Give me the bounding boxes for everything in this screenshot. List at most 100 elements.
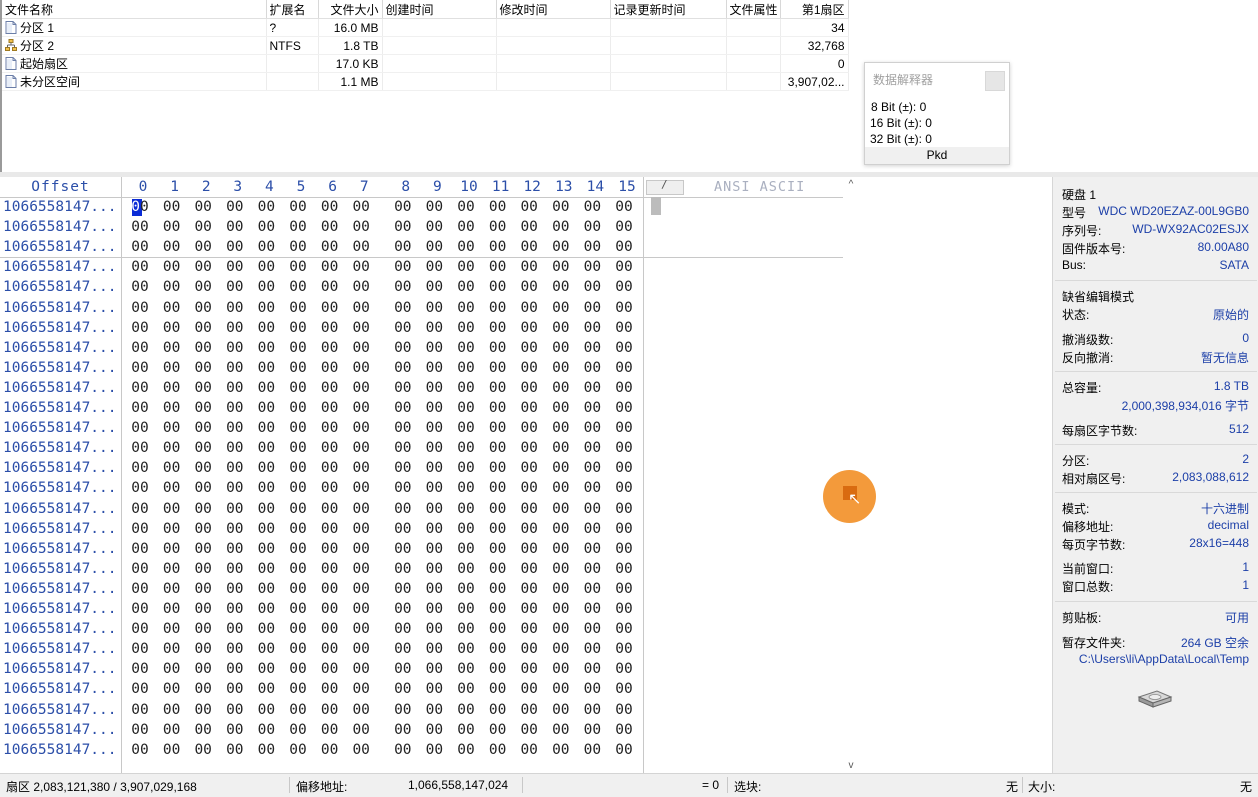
hex-row[interactable]: 1066558147... 00 00 00 00 00 00 00 00 00 00 00 00 00 0… xyxy=(0,740,843,760)
hex-byte[interactable]: 00 xyxy=(129,681,151,697)
hex-byte[interactable]: 00 xyxy=(287,581,309,597)
col-header-name[interactable]: 文件名称 xyxy=(2,0,267,19)
hex-byte[interactable]: 00 xyxy=(350,360,372,376)
hex-byte[interactable]: 00 xyxy=(581,742,603,758)
hex-byte[interactable]: 00 xyxy=(392,420,414,436)
hex-byte[interactable]: 00 xyxy=(192,420,214,436)
hex-byte[interactable]: 00 xyxy=(518,601,540,617)
hex-byte[interactable]: 00 xyxy=(518,360,540,376)
hex-byte[interactable]: 00 xyxy=(550,480,572,496)
hex-byte[interactable]: 00 xyxy=(550,521,572,537)
hex-byte[interactable]: 00 xyxy=(392,681,414,697)
hex-byte[interactable]: 00 xyxy=(255,279,277,295)
hex-byte[interactable]: 00 xyxy=(487,661,509,677)
hex-byte[interactable]: 00 xyxy=(518,681,540,697)
hex-byte[interactable]: 00 xyxy=(129,541,151,557)
hex-byte[interactable]: 00 xyxy=(350,621,372,637)
hex-byte[interactable]: 00 xyxy=(613,340,635,356)
hex-byte[interactable]: 00 xyxy=(392,400,414,416)
hex-byte[interactable]: 00 xyxy=(550,380,572,396)
hex-byte[interactable]: 00 xyxy=(455,259,477,275)
hex-byte[interactable]: 00 xyxy=(129,279,151,295)
hex-byte[interactable]: 00 xyxy=(192,259,214,275)
hex-byte[interactable]: 00 xyxy=(255,320,277,336)
hex-byte[interactable]: 00 xyxy=(550,541,572,557)
hex-byte[interactable]: 00 xyxy=(319,521,341,537)
hex-byte[interactable]: 00 xyxy=(455,742,477,758)
hex-byte[interactable]: 00 xyxy=(192,581,214,597)
hex-byte[interactable]: 00 xyxy=(455,440,477,456)
hex-byte[interactable]: 00 xyxy=(287,300,309,316)
hex-byte[interactable]: 00 xyxy=(350,400,372,416)
hex-byte[interactable]: 00 xyxy=(550,400,572,416)
hex-byte[interactable]: 00 xyxy=(287,380,309,396)
hex-byte[interactable]: 00 xyxy=(319,279,341,295)
hex-byte[interactable]: 00 xyxy=(550,420,572,436)
hex-byte[interactable]: 00 xyxy=(455,561,477,577)
hex-byte[interactable]: 00 xyxy=(255,300,277,316)
hex-row[interactable]: 1066558147... 00 00 00 00 00 00 00 00 00 00 00 00 00 0… xyxy=(0,237,843,257)
hex-byte[interactable]: 00 xyxy=(161,400,183,416)
hex-byte[interactable]: 00 xyxy=(224,239,246,255)
hex-byte[interactable]: 00 xyxy=(319,621,341,637)
hex-byte[interactable]: 00 xyxy=(487,259,509,275)
hex-byte[interactable]: 00 xyxy=(192,661,214,677)
hex-byte[interactable]: 00 xyxy=(581,521,603,537)
hex-byte[interactable]: 00 xyxy=(392,259,414,275)
hex-byte[interactable]: 00 xyxy=(613,641,635,657)
hex-byte[interactable]: 00 xyxy=(455,722,477,738)
hex-byte[interactable]: 00 xyxy=(518,440,540,456)
hex-byte[interactable]: 00 xyxy=(192,641,214,657)
hex-byte[interactable]: 00 xyxy=(161,300,183,316)
hex-row[interactable]: 1066558147... 00 00 00 00 00 00 00 00 00 00 00 00 00 0… xyxy=(0,318,843,338)
hex-byte[interactable]: 00 xyxy=(487,702,509,718)
hex-byte[interactable]: 00 xyxy=(287,279,309,295)
hex-row[interactable]: 1066558147... 00 00 00 00 00 00 00 00 00 00 00 00 00 0… xyxy=(0,720,843,740)
hex-byte[interactable]: 00 xyxy=(319,320,341,336)
hex-byte[interactable]: 00 xyxy=(581,621,603,637)
hex-byte[interactable]: 00 xyxy=(487,722,509,738)
hex-byte[interactable]: 00 xyxy=(350,279,372,295)
hex-byte[interactable]: 00 xyxy=(423,360,445,376)
hex-byte[interactable]: 00 xyxy=(518,521,540,537)
hex-byte[interactable]: 00 xyxy=(192,681,214,697)
col-header-updated[interactable]: 记录更新时间 xyxy=(610,0,727,19)
hex-byte[interactable]: 00 xyxy=(613,521,635,537)
hex-byte[interactable]: 00 xyxy=(487,239,509,255)
hex-byte[interactable]: 00 xyxy=(423,400,445,416)
hex-byte[interactable]: 00 xyxy=(487,219,509,235)
hex-byte[interactable]: 00 xyxy=(423,460,445,476)
hex-byte[interactable]: 00 xyxy=(192,480,214,496)
hex-byte[interactable]: 00 xyxy=(319,742,341,758)
hex-byte[interactable]: 00 xyxy=(392,541,414,557)
hex-byte[interactable]: 00 xyxy=(224,279,246,295)
hex-byte[interactable]: 00 xyxy=(129,742,151,758)
hex-byte[interactable]: 00 xyxy=(613,300,635,316)
hex-row[interactable]: 1066558147... 00 00 00 00 00 00 00 00 00 00 00 00 00 0… xyxy=(0,378,843,398)
hex-byte[interactable]: 00 xyxy=(350,420,372,436)
hex-byte[interactable]: 00 xyxy=(487,601,509,617)
hex-byte[interactable]: 00 xyxy=(319,199,341,215)
hex-byte[interactable]: 00 xyxy=(487,360,509,376)
hex-byte[interactable]: 00 xyxy=(224,300,246,316)
hex-byte[interactable]: 00 xyxy=(581,722,603,738)
hex-byte[interactable]: 00 xyxy=(161,722,183,738)
hex-row[interactable]: 1066558147... 00 00 00 00 00 00 00 00 00 00 00 00 00 0… xyxy=(0,458,843,478)
hex-byte[interactable]: 00 xyxy=(192,340,214,356)
hex-byte[interactable]: 00 xyxy=(255,581,277,597)
hex-byte[interactable]: 00 xyxy=(224,219,246,235)
col-header-modified[interactable]: 修改时间 xyxy=(496,0,611,19)
close-icon[interactable] xyxy=(985,71,1005,91)
hex-byte[interactable]: 00 xyxy=(613,702,635,718)
hex-byte[interactable]: 00 xyxy=(192,501,214,517)
hex-byte[interactable]: 00 xyxy=(224,199,246,215)
hex-byte[interactable]: 00 xyxy=(613,199,635,215)
hex-byte[interactable]: 00 xyxy=(423,601,445,617)
hex-byte[interactable]: 00 xyxy=(613,440,635,456)
hex-byte[interactable]: 00 xyxy=(224,360,246,376)
hex-byte[interactable]: 00 xyxy=(518,722,540,738)
hex-byte[interactable]: 00 xyxy=(550,360,572,376)
hex-byte[interactable]: 00 xyxy=(319,219,341,235)
hex-byte[interactable]: 00 xyxy=(487,279,509,295)
hex-byte[interactable]: 00 xyxy=(518,561,540,577)
